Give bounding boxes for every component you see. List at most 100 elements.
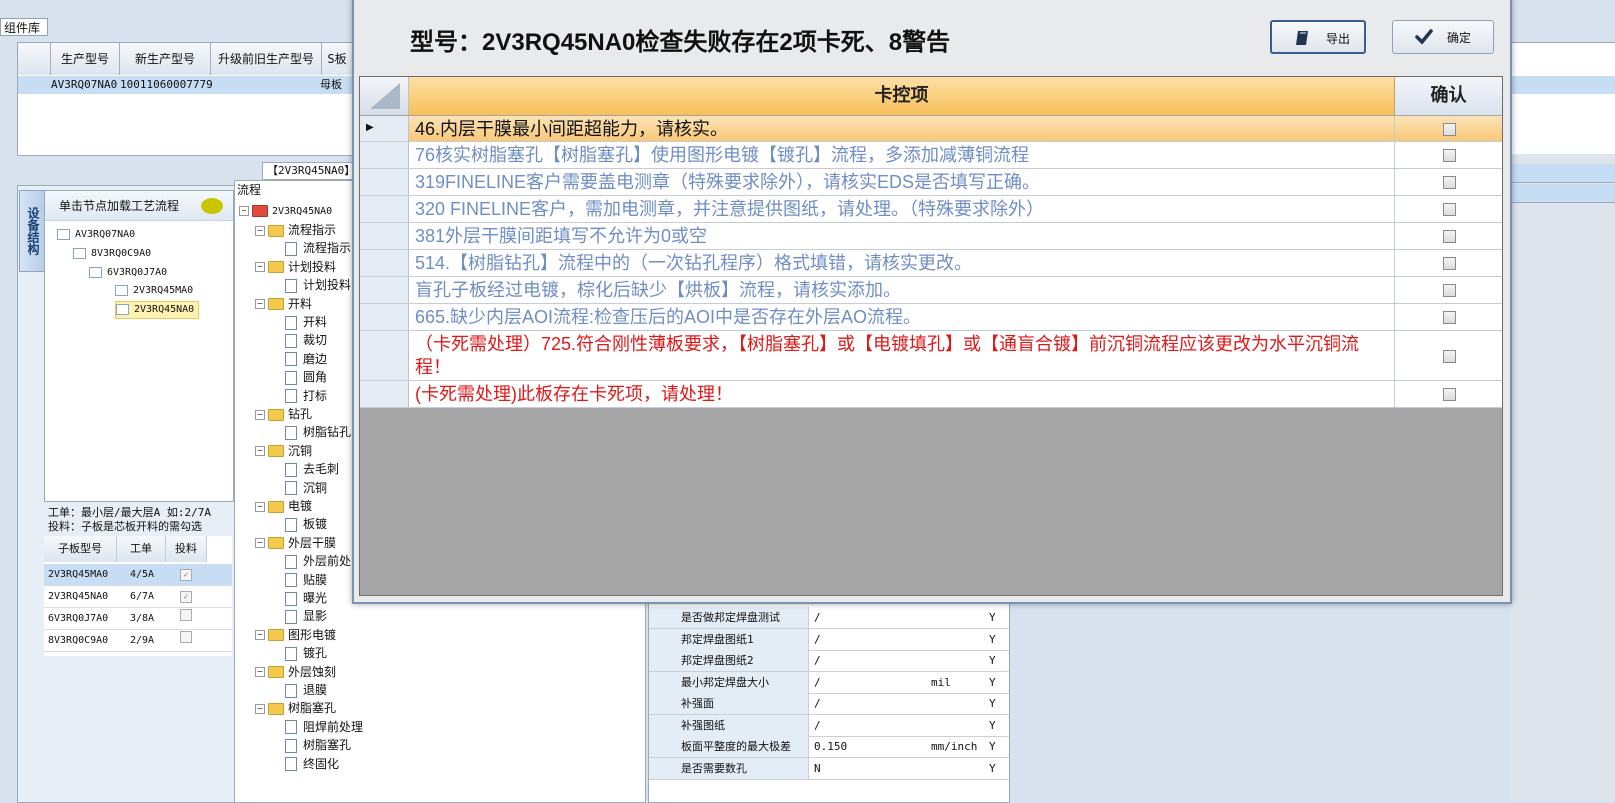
table-row[interactable]: 8V3RQ0C9A0 2/9A [44,630,232,652]
tree-node-selected[interactable]: 2V3RQ45NA0 [115,301,200,319]
feed-checkbox[interactable]: ✓ [180,569,192,581]
check-item-row[interactable]: ▶ 46.内层干膜最小间距超能力，请核实。 [360,116,1502,142]
row-header[interactable] [360,381,409,407]
collapse-icon[interactable]: − [255,262,265,273]
process-group[interactable]: − 图形电镀 [255,626,336,644]
col-production-model[interactable]: 生产型号 [51,43,120,75]
parameter-row[interactable]: 是否需要数孔 N Y [649,757,1009,780]
parameter-value[interactable]: N [814,758,821,779]
process-step[interactable]: 曝光 [285,589,327,607]
confirm-checkbox[interactable] [1443,149,1456,162]
confirm-checkbox[interactable] [1443,350,1456,363]
row-header[interactable] [360,196,409,222]
check-item-row[interactable]: 76核实树脂塞孔【树脂塞孔】使用图形电镀【镀孔】流程，多添加减薄铜流程 [360,142,1502,169]
process-root[interactable]: −2V3RQ45NA0 [239,203,332,221]
tree-node[interactable]: 2V3RQ45MA0 [115,283,193,299]
check-item-row[interactable]: (卡死需处理)此板存在卡死项，请处理！ [360,381,1502,408]
grid-corner[interactable] [360,77,409,115]
process-step[interactable]: 显影 [285,607,327,625]
process-step[interactable]: 开料 [285,313,327,331]
process-step[interactable]: 阻焊前处理 [285,718,363,736]
col-feed[interactable]: 投料 [166,536,207,562]
check-item-row[interactable]: 665.缺少内层AOI流程:检查压后的AOI中是否存在外层AO流程。 [360,304,1502,331]
table-row[interactable]: 2V3RQ45NA0 6/7A ✓ [44,586,232,608]
parameter-value[interactable]: / [814,693,821,714]
parameter-value[interactable]: / [814,715,821,736]
process-step[interactable]: 板镀 [285,515,327,533]
process-step[interactable]: 树脂钻孔 [285,423,351,441]
ok-button[interactable]: 确定 [1392,20,1494,54]
process-group[interactable]: − 开料 [255,295,312,313]
col-control-item[interactable]: 卡控项 [409,77,1395,115]
check-item-row[interactable]: 381外层干膜间距填写不允许为0或空 [360,223,1502,250]
process-step[interactable]: 流程指示 [285,239,351,257]
tree-node[interactable]: AV3RQ07NA0 [57,227,135,243]
confirm-checkbox[interactable] [1443,230,1456,243]
process-step[interactable]: 沉铜 [285,479,327,497]
col-order[interactable]: 工单 [117,536,166,562]
row-header[interactable] [360,142,409,168]
collapse-icon[interactable]: − [255,299,265,310]
check-item-row[interactable]: 盲孔子板经过电镀，棕化后缺少【烘板】流程，请核实添加。 [360,277,1502,304]
collapse-icon[interactable]: − [255,703,265,714]
process-group[interactable]: − 钻孔 [255,405,312,423]
row-header[interactable] [360,250,409,276]
check-item-row[interactable]: 514.【树脂钻孔】流程中的（一次钻孔程序）格式填错，请核实更改。 [360,250,1502,277]
feed-checkbox[interactable]: ✓ [180,591,192,603]
collapse-icon[interactable]: − [239,206,249,216]
parameter-value[interactable]: / [814,629,821,650]
grid-corner[interactable] [18,43,51,75]
confirm-checkbox[interactable] [1443,388,1456,401]
confirm-checkbox[interactable] [1443,311,1456,324]
row-header[interactable] [360,223,409,249]
parameter-value[interactable]: / [814,672,821,693]
parameter-value[interactable]: 0.150 [814,736,847,757]
process-step[interactable]: 贴膜 [285,571,327,589]
parameter-row[interactable]: 邦定焊盘图纸2/ Y [649,650,1009,672]
confirm-checkbox[interactable] [1443,176,1456,189]
collapse-icon[interactable]: − [255,446,265,457]
confirm-checkbox[interactable] [1443,203,1456,216]
row-header[interactable] [360,331,409,380]
collapse-icon[interactable]: − [255,409,265,420]
confirm-checkbox[interactable] [1443,257,1456,270]
process-group[interactable]: − 外层蚀刻 [255,663,336,681]
confirm-checkbox[interactable] [1443,284,1456,297]
process-step[interactable]: 计划投料 [285,276,351,294]
parameter-row[interactable]: 补强面 / Y [649,693,1009,715]
process-group[interactable]: − 树脂塞孔 [255,699,336,717]
component-library-tab[interactable]: 组件库 [0,18,48,36]
process-step[interactable]: 镀孔 [285,644,327,662]
confirm-checkbox[interactable] [1443,123,1456,136]
process-group[interactable]: − 计划投料 [255,258,336,276]
col-old-model[interactable]: 升级前旧生产型号 [211,43,322,75]
process-step[interactable]: 磨边 [285,350,327,368]
parameter-value[interactable]: / [814,607,821,628]
collapse-icon[interactable]: − [255,667,265,678]
process-group[interactable]: − 沉铜 [255,442,312,460]
collapse-icon[interactable]: − [255,538,265,549]
export-button[interactable]: 导出 [1270,20,1366,54]
tab-device-structure[interactable]: 设备结构 [19,190,45,272]
parameter-row[interactable]: 板面平整度的最大极差 0.150 mm/inch Y [649,736,1009,758]
table-row[interactable]: 2V3RQ45MA0 4/5A ✓ [44,564,232,586]
parameter-row[interactable]: 最小邦定焊盘大小 / mil Y [649,671,1009,694]
parameter-row[interactable]: 是否做邦定焊盘测试 / Y [649,607,1009,629]
parameter-row[interactable]: 补强图纸 / Y [649,714,1009,737]
row-header[interactable] [360,277,409,303]
row-header[interactable]: ▶ [360,116,409,141]
process-step[interactable]: 裁切 [285,331,327,349]
collapse-icon[interactable]: − [255,630,265,641]
check-item-row[interactable]: 319FINELINE客户需要盖电测章（特殊要求除外），请核实EDS是否填写正确… [360,169,1502,196]
col-s-board[interactable]: S板 [322,43,353,75]
tree-node[interactable]: 8V3RQ0C9A0 [73,246,151,262]
process-step[interactable]: 打标 [285,387,327,405]
collapse-icon[interactable]: − [255,225,265,236]
collapse-icon[interactable]: − [255,501,265,512]
check-item-row[interactable]: 320 FINELINE客户，需加电测章，并注意提供图纸，请处理。（特殊要求除外… [360,196,1502,223]
feed-checkbox[interactable] [180,631,192,643]
process-step[interactable]: 圆角 [285,368,327,386]
tree-node[interactable]: 6V3RQ0J7A0 [89,265,167,281]
process-step[interactable]: 去毛刺 [285,460,339,478]
process-group[interactable]: − 电镀 [255,497,312,515]
